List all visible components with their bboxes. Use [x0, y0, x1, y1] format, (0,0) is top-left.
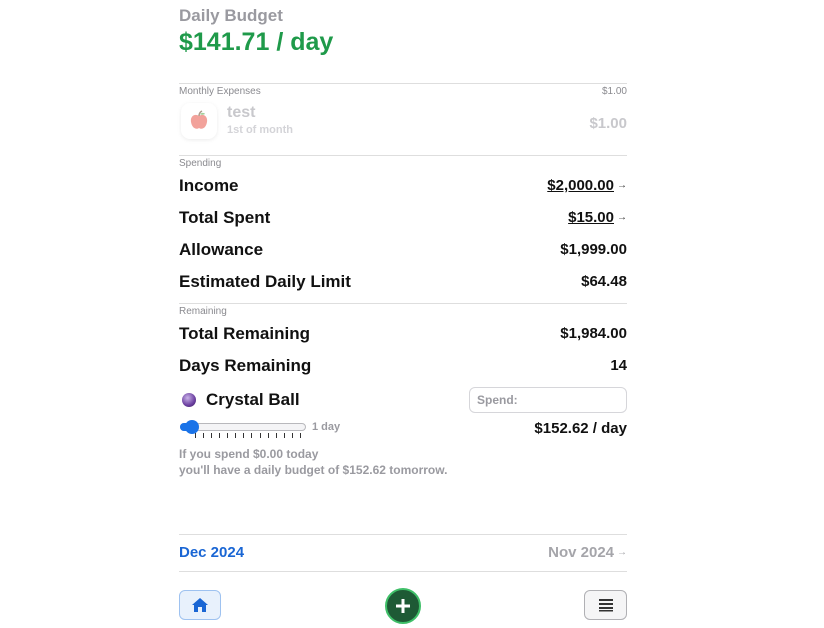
income-link[interactable]: $2,000.00 → [547, 177, 627, 194]
income-label: Income [179, 176, 239, 195]
slider-thumb[interactable] [185, 420, 199, 434]
total-remaining-value: $1,984.00 [560, 325, 627, 342]
home-button[interactable] [179, 590, 221, 620]
total-spent-value[interactable]: $15.00 [568, 209, 614, 226]
expense-item-schedule: 1st of month [227, 124, 293, 136]
divider [179, 303, 627, 304]
total-spent-label: Total Spent [179, 208, 271, 227]
crystal-ball-icon [182, 393, 196, 407]
crystal-ball-label: Crystal Ball [206, 390, 300, 409]
monthly-expenses-total: $1.00 [601, 86, 627, 97]
home-icon [192, 598, 208, 612]
estimated-daily-limit-value: $64.48 [581, 273, 627, 290]
divider [179, 155, 627, 156]
plus-icon [396, 599, 410, 613]
projection-note-line1: If you spend $0.00 today [179, 447, 319, 461]
daily-budget-value: $141.71 / day [179, 28, 334, 56]
slider-ticks [195, 433, 301, 439]
divider [179, 534, 627, 535]
page-title: Daily Budget [179, 6, 283, 25]
expense-item-amount: $1.00 [589, 115, 627, 132]
slider-days-label: 1 day [312, 421, 341, 433]
current-month-link[interactable]: Dec 2024 [179, 544, 244, 561]
menu-button[interactable] [584, 590, 627, 620]
arrow-right-icon: → [617, 180, 627, 191]
add-button[interactable] [385, 588, 421, 624]
spend-input[interactable] [469, 387, 627, 413]
days-remaining-value: 14 [610, 357, 627, 374]
total-remaining-label: Total Remaining [179, 324, 310, 343]
remaining-section-label: Remaining [179, 306, 227, 317]
allowance-label: Allowance [179, 240, 264, 259]
divider [179, 83, 627, 84]
allowance-value: $1,999.00 [560, 241, 627, 258]
expense-item-name[interactable]: test [227, 104, 255, 122]
monthly-expenses-label: Monthly Expenses [179, 86, 261, 97]
spending-section-label: Spending [179, 158, 222, 169]
previous-month-link[interactable]: Nov 2024 → [548, 544, 627, 561]
crystal-ball-header: Crystal Ball [179, 390, 300, 410]
arrow-right-icon: → [617, 212, 627, 223]
previous-month-label[interactable]: Nov 2024 [548, 544, 614, 561]
projection-note-line2: you'll have a daily budget of $152.62 to… [179, 463, 448, 477]
apple-icon [181, 103, 217, 139]
arrow-right-icon: → [617, 547, 627, 558]
projected-budget-value: $152.62 / day [534, 420, 627, 437]
divider [179, 571, 627, 572]
income-value[interactable]: $2,000.00 [547, 177, 614, 194]
days-remaining-label: Days Remaining [179, 356, 312, 375]
estimated-daily-limit-label: Estimated Daily Limit [179, 272, 351, 291]
total-spent-link[interactable]: $15.00 → [568, 209, 627, 226]
menu-icon [598, 599, 613, 612]
